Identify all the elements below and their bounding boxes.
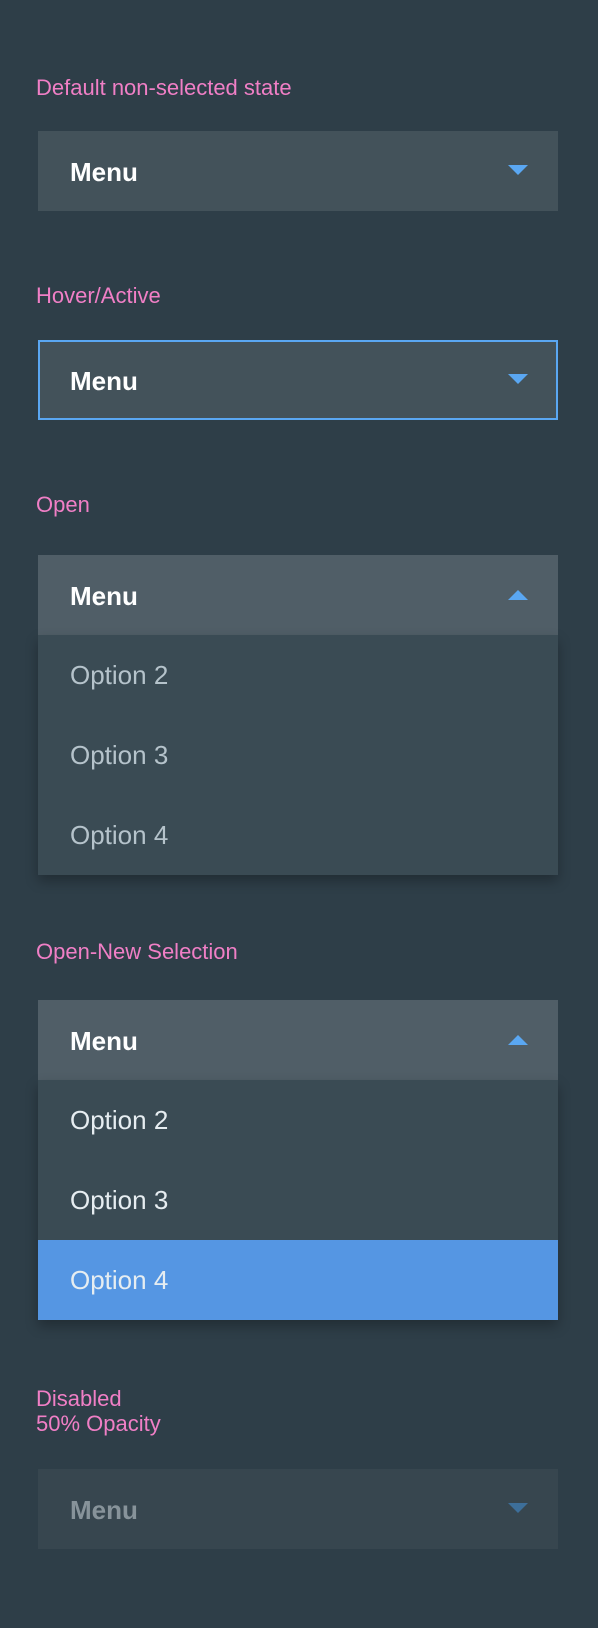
caret-down-icon [508, 165, 528, 175]
dropdown-options-open: Option 2 Option 3 Option 4 [38, 635, 558, 875]
menu-dropdown-hover[interactable]: Menu [38, 340, 558, 420]
option-3[interactable]: Option 3 [38, 1160, 558, 1240]
option-4[interactable]: Option 4 [38, 795, 558, 875]
menu-dropdown-default[interactable]: Menu [38, 131, 558, 211]
dropdown-options-open-new: Option 2 Option 3 Option 4 [38, 1080, 558, 1320]
option-2[interactable]: Option 2 [38, 635, 558, 715]
section-label-open-new-selection: Open-New Selection [36, 939, 238, 964]
section-label-disabled: Disabled 50% Opacity [36, 1386, 161, 1436]
dropdown-label: Menu [70, 581, 138, 611]
option-4-selected[interactable]: Option 4 [38, 1240, 558, 1320]
caret-down-icon [508, 374, 528, 384]
section-label-open: Open [36, 492, 90, 517]
menu-dropdown-disabled: Menu [38, 1469, 558, 1549]
menu-dropdown-open-new[interactable]: Menu [38, 1000, 558, 1080]
option-2[interactable]: Option 2 [38, 1080, 558, 1160]
section-label-default: Default non-selected state [36, 75, 292, 100]
dropdown-label: Menu [70, 366, 138, 396]
section-label-hover: Hover/Active [36, 283, 161, 308]
dropdown-label: Menu [70, 1495, 138, 1525]
caret-down-icon [508, 1503, 528, 1513]
caret-up-icon [508, 590, 528, 600]
menu-dropdown-open[interactable]: Menu [38, 555, 558, 635]
caret-up-icon [508, 1035, 528, 1045]
dropdown-label: Menu [70, 157, 138, 187]
option-3[interactable]: Option 3 [38, 715, 558, 795]
disabled-label-line-1: Disabled [36, 1386, 122, 1411]
dropdown-label: Menu [70, 1026, 138, 1056]
disabled-label-line-2: 50% Opacity [36, 1411, 161, 1436]
